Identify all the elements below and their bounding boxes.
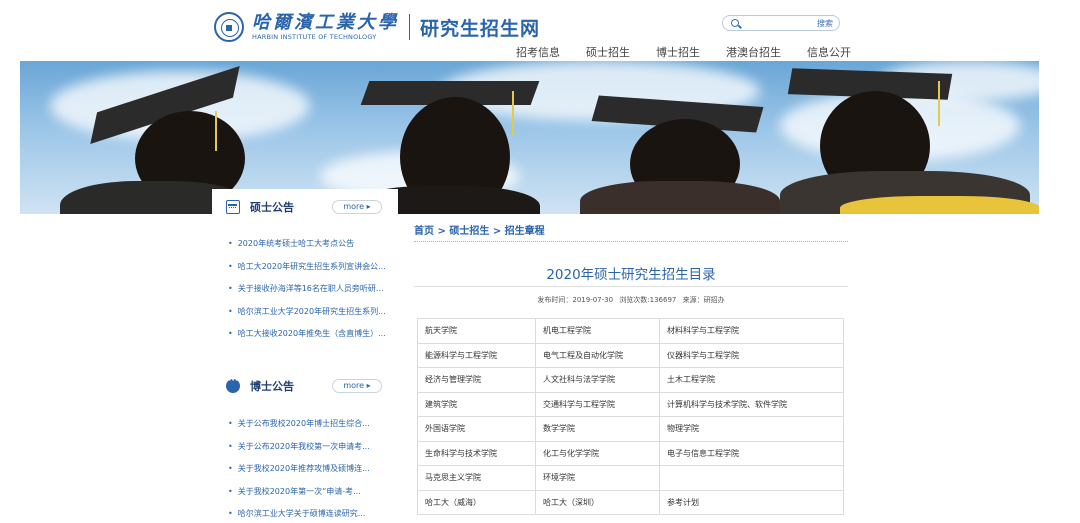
table-cell[interactable]: 哈工大（威海） bbox=[417, 489, 536, 515]
logo-divider bbox=[409, 14, 410, 40]
table-row: 经济与管理学院 人文社科与法学学院 土木工程学院 bbox=[417, 367, 844, 393]
search-input[interactable] bbox=[743, 17, 815, 29]
list-item[interactable]: 关于我校2020年推荐攻博及硕博连... bbox=[228, 458, 398, 481]
table-cell[interactable]: 外国语学院 bbox=[417, 416, 536, 442]
table-cell[interactable]: 材料科学与工程学院 bbox=[659, 318, 844, 344]
master-announcements-header: 硕士公告 bbox=[226, 196, 294, 218]
table-cell[interactable]: 马克思主义学院 bbox=[417, 465, 536, 491]
phd-news-list: 关于公布我校2020年博士招生综合... 关于公布2020年我校第一次申请考..… bbox=[228, 413, 398, 523]
master-news-list: 2020年统考硕士哈工大考点公告 哈工大2020年研究生招生系列宣讲会公... … bbox=[228, 233, 398, 346]
list-item[interactable]: 哈工大接收2020年推免生（含直博生）... bbox=[228, 323, 398, 346]
list-item[interactable]: 关于我校2020年第一次“申请-考... bbox=[228, 481, 398, 504]
table-row: 航天学院 机电工程学院 材料科学与工程学院 bbox=[417, 318, 844, 344]
calendar-icon bbox=[226, 200, 240, 214]
list-item[interactable]: 2020年统考硕士哈工大考点公告 bbox=[228, 233, 398, 256]
logo-chinese-name: 哈爾濱工業大學 bbox=[252, 12, 399, 33]
site-logo[interactable]: 哈爾濱工業大學 HARBIN INSTITUTE OF TECHNOLOGY 研… bbox=[214, 10, 540, 44]
article-source: 来源：研招办 bbox=[682, 296, 725, 304]
table-cell[interactable]: 参考计划 bbox=[659, 489, 844, 515]
college-directory-table: 航天学院 机电工程学院 材料科学与工程学院 能源科学与工程学院 电气工程及自动化… bbox=[417, 318, 844, 515]
site-title: 研究生招生网 bbox=[420, 17, 541, 40]
table-cell[interactable]: 生命科学与技术学院 bbox=[417, 440, 536, 466]
master-announcements-title: 硕士公告 bbox=[250, 201, 294, 214]
table-cell[interactable]: 物理学院 bbox=[659, 416, 844, 442]
page-title: 2020年硕士研究生招生目录 bbox=[546, 267, 716, 283]
master-more-button[interactable]: more ▸ bbox=[332, 200, 382, 214]
nav-item-master[interactable]: 硕士招生 bbox=[586, 44, 630, 60]
table-row: 马克思主义学院 环境学院 bbox=[417, 465, 844, 491]
table-cell[interactable]: 人文社科与法学学院 bbox=[535, 367, 660, 393]
phd-more-button[interactable]: more ▸ bbox=[332, 379, 382, 393]
list-item[interactable]: 哈尔滨工业大学关于硕博连读研究... bbox=[228, 503, 398, 523]
list-item[interactable]: 哈尔滨工业大学2020年研究生招生系列... bbox=[228, 301, 398, 324]
table-row: 外国语学院 数学学院 物理学院 bbox=[417, 416, 844, 442]
list-item[interactable]: 关于公布2020年我校第一次申请考... bbox=[228, 436, 398, 459]
view-count: 浏览次数:136697 bbox=[619, 296, 677, 304]
table-cell[interactable]: 电子与信息工程学院 bbox=[659, 440, 844, 466]
table-cell[interactable]: 经济与管理学院 bbox=[417, 367, 536, 393]
nav-item-admission-info[interactable]: 招考信息 bbox=[516, 44, 560, 60]
publish-date: 发布时间：2019-07-30 bbox=[537, 296, 614, 304]
table-cell[interactable]: 机电工程学院 bbox=[535, 318, 660, 344]
table-cell[interactable]: 哈工大（深圳） bbox=[535, 489, 660, 515]
chat-bubble-icon bbox=[226, 376, 240, 393]
main-nav: 招考信息 硕士招生 博士招生 港澳台招生 信息公开 bbox=[516, 44, 851, 60]
university-seal-logo bbox=[214, 12, 244, 42]
table-cell[interactable]: 建筑学院 bbox=[417, 391, 536, 417]
table-cell[interactable]: 电气工程及自动化学院 bbox=[535, 342, 660, 368]
banner-image-graduates bbox=[20, 61, 1039, 214]
table-cell[interactable]: 化工与化学学院 bbox=[535, 440, 660, 466]
search-button[interactable]: 搜索 bbox=[817, 17, 833, 30]
table-row: 生命科学与技术学院 化工与化学学院 电子与信息工程学院 bbox=[417, 440, 844, 466]
article-meta: 发布时间：2019-07-30 浏览次数:136697 来源：研招办 bbox=[414, 295, 848, 305]
table-cell[interactable]: 航天学院 bbox=[417, 318, 536, 344]
nav-item-hk-macau-taiwan[interactable]: 港澳台招生 bbox=[726, 44, 781, 60]
breadcrumb[interactable]: 首页 > 硕士招生 > 招生章程 bbox=[414, 222, 545, 237]
list-item[interactable]: 哈工大2020年研究生招生系列宣讲会公... bbox=[228, 256, 398, 279]
phd-announcements-title: 博士公告 bbox=[250, 380, 294, 393]
search-box: 搜索 bbox=[722, 15, 840, 31]
breadcrumb-divider bbox=[414, 241, 848, 242]
table-cell[interactable]: 土木工程学院 bbox=[659, 367, 844, 393]
table-cell[interactable]: 仪器科学与工程学院 bbox=[659, 342, 844, 368]
nav-item-info-disclosure[interactable]: 信息公开 bbox=[807, 44, 851, 60]
list-item[interactable]: 关于公布我校2020年博士招生综合... bbox=[228, 413, 398, 436]
logo-text: 哈爾濱工業大學 HARBIN INSTITUTE OF TECHNOLOGY bbox=[252, 12, 399, 42]
table-cell[interactable]: 计算机科学与技术学院、软件学院 bbox=[659, 391, 844, 417]
table-cell[interactable]: 环境学院 bbox=[535, 465, 660, 491]
table-cell[interactable]: 数学学院 bbox=[535, 416, 660, 442]
nav-item-phd[interactable]: 博士招生 bbox=[656, 44, 700, 60]
title-divider bbox=[414, 286, 848, 287]
list-item[interactable]: 关于接收孙海洋等16名在职人员旁听研... bbox=[228, 278, 398, 301]
table-row: 建筑学院 交通科学与工程学院 计算机科学与技术学院、软件学院 bbox=[417, 391, 844, 417]
table-cell[interactable]: 交通科学与工程学院 bbox=[535, 391, 660, 417]
table-row: 哈工大（威海） 哈工大（深圳） 参考计划 bbox=[417, 489, 844, 515]
table-cell-empty bbox=[659, 465, 844, 491]
logo-english-name: HARBIN INSTITUTE OF TECHNOLOGY bbox=[252, 33, 377, 41]
table-row: 能源科学与工程学院 电气工程及自动化学院 仪器科学与工程学院 bbox=[417, 342, 844, 368]
search-icon bbox=[731, 19, 739, 27]
table-cell[interactable]: 能源科学与工程学院 bbox=[417, 342, 536, 368]
phd-announcements-header: 博士公告 bbox=[226, 375, 294, 397]
sidebar: 硕士公告 more ▸ 2020年统考硕士哈工大考点公告 哈工大2020年研究生… bbox=[212, 189, 398, 523]
